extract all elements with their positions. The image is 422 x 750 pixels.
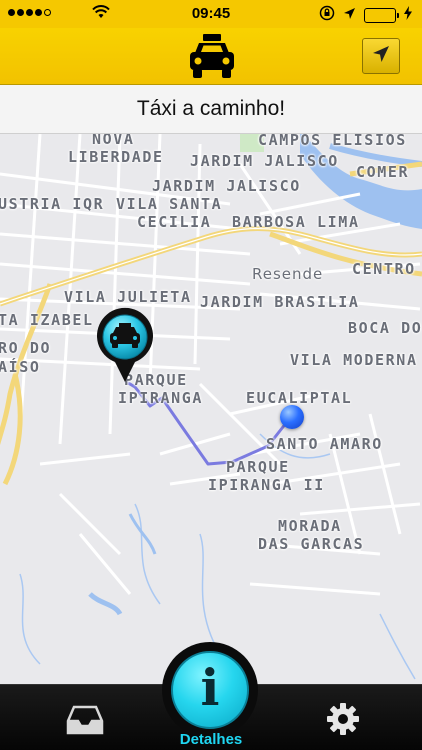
- map-label: RO DO: [0, 339, 52, 357]
- location-services-icon: [343, 7, 356, 24]
- map-label: VILA MODERNA: [290, 351, 418, 369]
- map-label: MORADA: [278, 517, 342, 535]
- map-label: IPIRANGA: [118, 389, 204, 407]
- map-label: VILA JULIETA: [64, 288, 192, 306]
- map-label: JARDIM JALISCO: [152, 177, 301, 195]
- map-label: SANTO AMARO: [266, 435, 383, 453]
- map-label: JARDIM BRASILIA: [200, 293, 360, 311]
- info-icon: i: [200, 658, 220, 717]
- map-label: VILA SANTA: [116, 195, 223, 213]
- map-label: TA IZABEL: [0, 311, 94, 329]
- map-label: CECILIA: [137, 213, 212, 231]
- battery-icon: [364, 7, 399, 23]
- details-button[interactable]: i: [171, 651, 249, 729]
- location-arrow-icon: [372, 45, 390, 68]
- locate-me-button[interactable]: [362, 38, 400, 74]
- map-label: USTRIA IQR: [0, 195, 105, 213]
- map-label: COMER: [356, 163, 410, 181]
- map-label: IPIRANGA II: [208, 476, 325, 494]
- map-label: CAMPOS ELISIOS: [258, 134, 407, 149]
- destination-dot-icon[interactable]: [280, 405, 304, 429]
- map-label: BOCA DO: [348, 319, 422, 337]
- map-label: LIBERDADE: [68, 148, 164, 166]
- charging-bolt-icon: [404, 6, 412, 24]
- map-label: JARDIM JALISCO: [190, 152, 339, 170]
- map-label: CENTRO: [352, 260, 416, 278]
- orientation-lock-icon: [319, 5, 335, 25]
- map-view[interactable]: NOVA LIBERDADE CAMPOS ELISIOS JARDIM JAL…: [0, 134, 422, 684]
- app-header: [0, 28, 422, 85]
- status-banner: Táxi a caminho!: [0, 85, 422, 134]
- map-label: AÍSO: [0, 358, 41, 376]
- map-label: NOVA: [92, 134, 135, 148]
- taxi-pin-icon[interactable]: [94, 306, 156, 384]
- taxi-icon: [186, 31, 238, 83]
- map-label: BARBOSA LIMA: [232, 213, 360, 231]
- status-bar: 09:45: [0, 0, 422, 28]
- map-label: DAS GARCAS: [258, 535, 365, 553]
- map-label: Resende: [252, 265, 324, 283]
- map-label: PARQUE: [226, 458, 290, 476]
- details-label[interactable]: Detalhes: [0, 731, 422, 748]
- map-label: EUCALIPTAL: [246, 389, 353, 407]
